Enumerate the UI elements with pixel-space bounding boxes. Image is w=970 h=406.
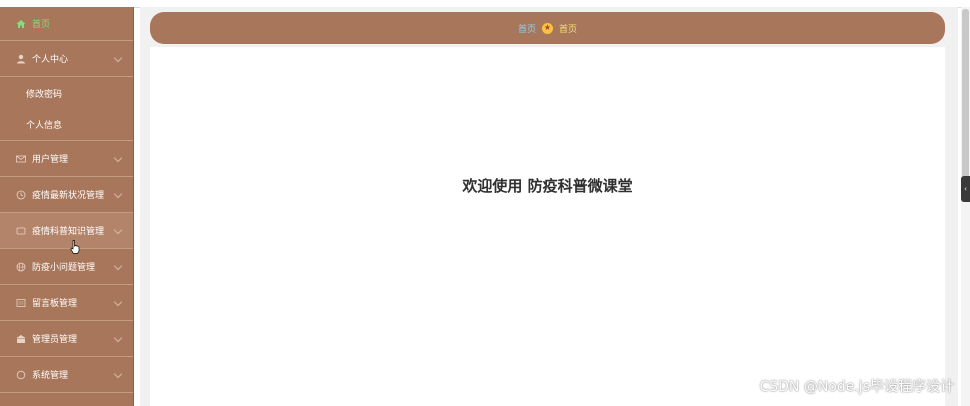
sidebar-item-label: 系统管理 [32,371,69,381]
sidebar-item-home[interactable]: 首页 [0,7,133,41]
sidebar-item-label: 用户管理 [32,155,69,165]
chevron-down-icon [113,333,123,342]
welcome-title: 欢迎使用 防疫科普微课堂 [462,177,633,195]
chevron-down-icon [113,189,123,198]
page-scrollbar[interactable] [961,7,970,406]
sidebar-item-personal-center[interactable]: 个人中心 [0,41,133,77]
sidebar-item-label: 个人中心 [32,55,69,65]
breadcrumb: 首页 ★ 首页 [150,12,945,44]
watermark: CSDN @Node.js毕设程序设计 [759,379,954,395]
sidebar-subitem-label: 修改密码 [26,89,63,100]
sidebar-item-label: 疫情最新状况管理 [32,191,105,201]
user-icon [16,54,26,64]
sidebar-item-message-board[interactable]: 留言板管理 [0,285,133,321]
main-area: 首页 ★ 首页 欢迎使用 防疫科普微课堂 [140,7,958,406]
globe-icon [16,262,26,272]
chevron-left-icon: ‹ [964,185,967,193]
sidebar-item-label: 首页 [32,20,51,30]
sidebar-subitem-change-password[interactable]: 修改密码 [0,77,133,109]
chevron-down-icon [113,153,123,162]
sidebar-item-knowledge[interactable]: 疫情科普知识管理 [0,213,133,249]
chevron-down-icon [113,297,123,306]
pointer-cursor-icon [70,240,80,254]
chevron-down-icon [113,369,123,378]
bank-icon [16,334,26,344]
chevron-down-icon [113,53,123,62]
box-icon [16,226,26,236]
circle-icon [16,370,26,380]
sidebar-item-epidemic-status[interactable]: 疫情最新状况管理 [0,177,133,213]
chevron-down-icon [113,225,123,234]
sidebar: 首页 个人中心 修改密码 个人信息 用户管理 疫情最新状况管理 疫情科普知识管理 [0,7,134,406]
star-icon: ★ [542,22,553,34]
collapse-tab[interactable]: ‹ [961,176,970,202]
sidebar-item-label: 防疫小问题管理 [32,263,96,273]
chevron-down-icon [113,261,123,270]
sidebar-item-questions[interactable]: 防疫小问题管理 [0,249,133,285]
sidebar-subitem-label: 个人信息 [26,121,63,131]
content-panel: 欢迎使用 防疫科普微课堂 [150,47,945,406]
scrollbar-thumb[interactable] [962,9,969,184]
list-icon [16,298,26,308]
sidebar-subitem-personal-info[interactable]: 个人信息 [0,109,133,141]
sidebar-item-label: 疫情科普知识管理 [32,227,105,237]
sidebar-item-system-management[interactable]: 系统管理 [0,357,133,393]
sidebar-item-admin-management[interactable]: 管理员管理 [0,321,133,357]
mail-icon [16,154,26,164]
clock-icon [16,190,26,200]
sidebar-item-user-management[interactable]: 用户管理 [0,141,133,177]
sidebar-item-label: 管理员管理 [32,335,78,345]
breadcrumb-current: 首页 [559,24,578,35]
sidebar-item-label: 留言板管理 [32,299,78,309]
home-icon [16,19,26,29]
breadcrumb-home-link[interactable]: 首页 [518,22,536,35]
